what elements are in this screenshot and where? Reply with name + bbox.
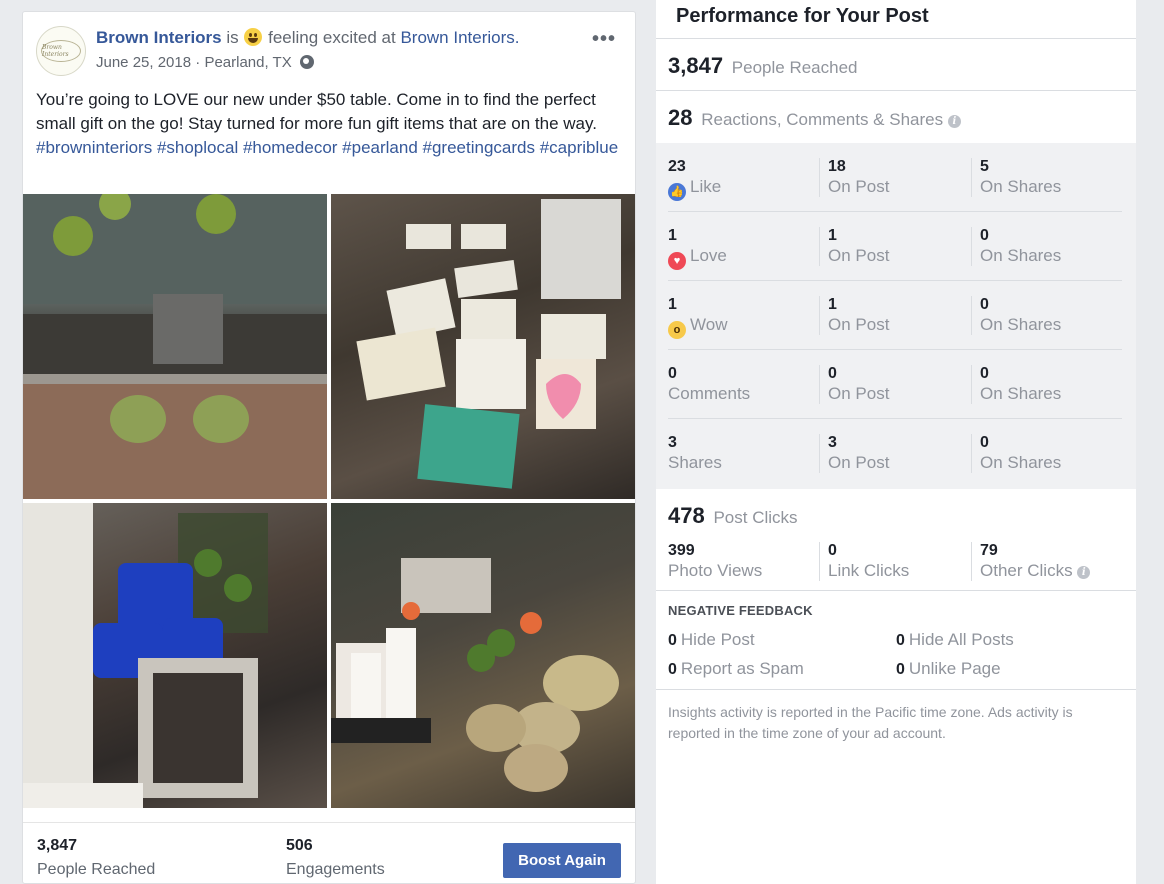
photo-candles[interactable]: [23, 503, 327, 808]
post-clicks-value: 478: [668, 503, 705, 528]
greeting-cards-illustration: [356, 199, 621, 489]
other-clicks: 79 Other Clicks i: [971, 542, 1121, 581]
comments-total: 0 Comments: [668, 365, 751, 403]
like-total: 23 👍 Like: [668, 158, 818, 201]
insights-footnote: Insights activity is reported in the Pac…: [668, 704, 1073, 741]
photo-gift-display[interactable]: [331, 503, 635, 808]
feeling-text: feeling excited at: [268, 28, 396, 47]
post-clicks-row: 478 Post Clicks: [668, 503, 798, 529]
love-icon: ♥: [668, 252, 686, 270]
report-spam-stat: 0 Report as Spam: [668, 659, 804, 678]
candles-illustration: [23, 503, 268, 808]
link-clicks: 0 Link Clicks: [819, 542, 969, 581]
like-icon: 👍: [668, 183, 686, 201]
photo-grid: [23, 194, 635, 808]
page-avatar[interactable]: Brown Interiors: [36, 26, 86, 76]
stat-row-love: 1 ♥ Love 1 On Post 0 On Shares: [656, 212, 1136, 281]
post-hashtags[interactable]: #browninteriors #shoplocal #homedecor #p…: [36, 138, 618, 157]
reactions-breakdown: 23 👍 Like 18 On Post 5 On Shares 1 ♥ Love …: [656, 143, 1136, 489]
excited-emoji-icon: [244, 28, 263, 46]
hide-all-posts-stat: 0 Hide All Posts: [896, 630, 1014, 649]
shares-total: 3 Shares: [668, 434, 722, 472]
post-card: Brown Interiors Brown Interiors is feeli…: [22, 11, 636, 884]
post-header: Brown Interiors Brown Interiors is feeli…: [36, 26, 626, 78]
footer-reach-label: People Reached: [37, 861, 156, 878]
post-clicks-label: Post Clicks: [713, 508, 798, 527]
wow-on-post: 1 On Post: [819, 296, 969, 335]
love-total: 1 ♥ Love: [668, 227, 818, 270]
gift-display-illustration: [331, 558, 619, 792]
photo-greeting-cards[interactable]: [331, 194, 635, 499]
is-text: is: [226, 28, 239, 47]
footer-reach-value: 3,847: [37, 837, 78, 854]
boost-again-button[interactable]: Boost Again: [503, 843, 621, 878]
people-reached-value: 3,847: [668, 53, 724, 78]
love-on-shares: 0 On Shares: [971, 227, 1121, 266]
hide-post-stat: 0 Hide Post: [668, 630, 755, 649]
stat-row-like: 23 👍 Like 18 On Post 5 On Shares: [656, 143, 1136, 212]
post-place[interactable]: Pearland, TX: [204, 54, 291, 71]
shares-on-shares: 0 On Shares: [971, 434, 1121, 473]
footer-engagements-value: 506: [286, 837, 313, 854]
info-icon[interactable]: i: [1077, 566, 1091, 579]
like-on-shares: 5 On Shares: [971, 158, 1121, 197]
stat-row-comments: 0 Comments 0 On Post 0 On Shares: [656, 350, 1136, 419]
location-page-link[interactable]: Brown Interiors.: [400, 28, 519, 47]
footer-engagements: 506 Engagements: [286, 837, 385, 879]
post-text: You’re going to LOVE our new under $50 t…: [36, 88, 626, 160]
reactions-value: 28: [668, 105, 693, 130]
footer-reach: 3,847 People Reached: [37, 837, 155, 879]
post-message: You’re going to LOVE our new under $50 t…: [36, 90, 597, 133]
insights-title: Performance for Your Post: [676, 5, 929, 27]
love-on-post: 1 On Post: [819, 227, 969, 266]
divider: [656, 38, 1136, 39]
insights-panel: Performance for Your Post 3,847 People R…: [656, 0, 1136, 884]
post-date[interactable]: June 25, 2018: [96, 54, 191, 71]
people-reached-label: People Reached: [731, 58, 858, 77]
divider: [656, 590, 1136, 591]
globe-icon[interactable]: [299, 55, 314, 69]
wow-total: 1 o Wow: [668, 296, 818, 339]
comments-on-shares: 0 On Shares: [971, 365, 1121, 404]
divider: [656, 90, 1136, 91]
unlike-page-stat: 0 Unlike Page: [896, 659, 1001, 678]
store-interior-illustration: [23, 194, 327, 499]
post-author-line: Brown Interiors is feeling excited at Br…: [96, 28, 519, 48]
like-on-post: 18 On Post: [819, 158, 969, 197]
people-reached-row: 3,847 People Reached: [668, 53, 858, 79]
photo-store-interior[interactable]: [23, 194, 327, 499]
negative-feedback-title: NEGATIVE FEEDBACK: [668, 603, 813, 618]
comments-on-post: 0 On Post: [819, 365, 969, 404]
info-icon[interactable]: i: [947, 115, 961, 128]
photo-views: 399 Photo Views: [668, 542, 763, 580]
shares-on-post: 3 On Post: [819, 434, 969, 473]
divider: [656, 689, 1136, 690]
more-options-button[interactable]: •••: [592, 28, 616, 51]
footer-engagements-label: Engagements: [286, 861, 385, 878]
post-footer: 3,847 People Reached 506 Engagements Boo…: [23, 822, 635, 884]
reactions-label: Reactions, Comments & Shares: [701, 110, 944, 129]
post-meta: June 25, 2018 · Pearland, TX: [96, 54, 314, 71]
wow-icon: o: [668, 321, 686, 339]
stat-row-shares: 3 Shares 3 On Post 0 On Shares: [656, 419, 1136, 488]
reactions-row: 28 Reactions, Comments & Shares i: [668, 105, 961, 131]
page-name-link[interactable]: Brown Interiors: [96, 28, 222, 47]
clicks-breakdown: 399 Photo Views 0 Link Clicks 79 Other C…: [656, 527, 1136, 589]
page-logo: Brown Interiors: [41, 40, 81, 62]
wow-on-shares: 0 On Shares: [971, 296, 1121, 335]
stat-row-wow: 1 o Wow 1 On Post 0 On Shares: [656, 281, 1136, 350]
